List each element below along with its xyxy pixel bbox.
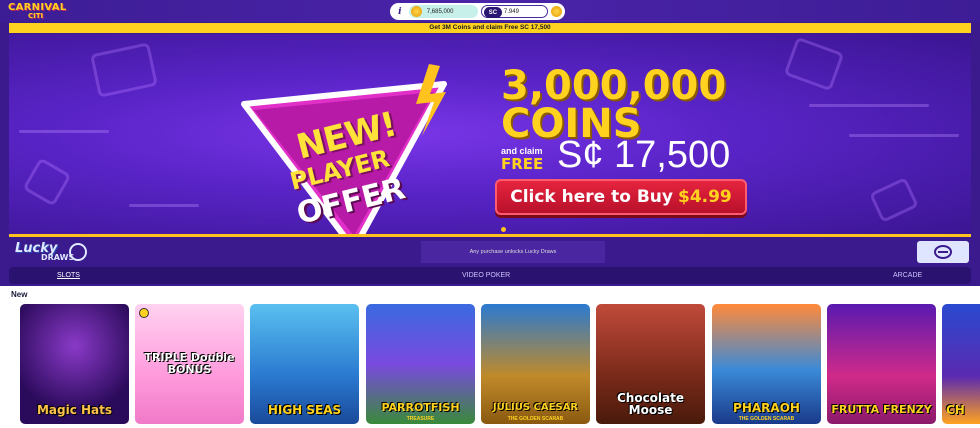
carousel-indicator[interactable]	[501, 227, 506, 232]
game-subtitle: THE GOLDEN SCARAB	[738, 416, 795, 422]
tab-slots[interactable]: SLOTS	[57, 267, 80, 284]
decor-line	[849, 134, 959, 137]
game-title: PHARAOH	[733, 401, 800, 415]
game-tile-magic-hats[interactable]: Magic Hats	[20, 304, 129, 424]
sc-amount: S¢ 17,500	[557, 134, 731, 176]
game-title: CH	[946, 403, 965, 417]
lucky-draws-message: Any purchase unlocks Lucky Draws	[421, 241, 605, 263]
top-bar: CARNIVAL CITI i 7,685,000 SC 7.949	[0, 0, 980, 22]
game-title: FRUTTA FRENZY	[831, 403, 932, 416]
buy-button-label: Click here to Buy	[510, 187, 673, 207]
game-subtitle: TREASURE	[406, 416, 435, 422]
game-title: JULIUS CAESAR	[492, 402, 579, 413]
decor-line	[129, 204, 199, 207]
lucky-draws-ring-icon	[69, 243, 87, 261]
lock-icon	[139, 308, 149, 318]
game-title: TRIPLE Double BONUS	[144, 351, 235, 376]
tab-arcade[interactable]: ARCADE	[893, 267, 922, 284]
game-tile-pharaoh[interactable]: PHARAOH THE GOLDEN SCARAB	[712, 304, 821, 424]
free-text: FREE	[501, 155, 544, 173]
tab-video-poker[interactable]: VIDEO POKER	[462, 267, 510, 284]
buy-button-price: $4.99	[677, 187, 732, 207]
decor-line	[19, 130, 109, 133]
sweeps-coin-balance[interactable]: SC 7.949	[480, 5, 549, 18]
game-tile-julius-caesar[interactable]: JULIUS CAESAR THE GOLDEN SCARAB	[481, 304, 590, 424]
game-title: Magic Hats	[36, 403, 113, 417]
section-title: New	[11, 290, 28, 299]
sweeps-coin-amount: 7.949	[503, 8, 519, 15]
offer-amount: 3,000,000	[501, 63, 727, 109]
decor-shape	[869, 177, 919, 223]
game-tile-triple-double-bonus[interactable]: TRIPLE Double BONUS	[135, 304, 244, 424]
sc-icon: SC	[483, 7, 502, 18]
lucky-draws-icon	[934, 245, 952, 259]
info-icon[interactable]: i	[393, 5, 407, 19]
new-player-offer-badge: NEW! PLAYER OFFER	[234, 64, 464, 234]
decor-shape	[22, 157, 72, 207]
game-tile-frutta-frenzy[interactable]: FRUTTA FRENZY	[827, 304, 936, 424]
wallet-bar: i 7,685,000 SC 7.949	[390, 3, 565, 20]
gold-coin-amount: 7,685,000	[426, 8, 454, 15]
game-tile-partial[interactable]: CH	[942, 304, 980, 424]
game-category-tabs: SLOTS VIDEO POKER ARCADE	[9, 267, 971, 284]
game-tile-chocolate-moose[interactable]: Chocolate Moose	[596, 304, 705, 424]
game-title: HIGH SEAS	[267, 403, 342, 417]
gold-coin-icon	[410, 6, 422, 17]
gold-coin-balance[interactable]: 7,685,000	[408, 5, 478, 18]
lucky-draws-logo[interactable]: Lucky DRAWS	[13, 241, 103, 263]
game-tile-parrotfish-treasure[interactable]: PARROTFISH TREASURE	[366, 304, 475, 424]
logo-text-line2: CITI	[28, 12, 44, 20]
decor-shape	[90, 42, 158, 98]
decor-shape	[783, 36, 845, 92]
lucky-draws-button[interactable]	[917, 241, 969, 263]
buy-coins-icon[interactable]	[551, 6, 562, 17]
decor-line	[809, 104, 929, 107]
game-tile-high-seas[interactable]: HIGH SEAS	[250, 304, 359, 424]
hero-banner[interactable]: NEW! PLAYER OFFER 3,000,000 COINS and cl…	[9, 34, 971, 237]
carnival-citi-logo[interactable]: CARNIVAL CITI	[8, 2, 68, 22]
game-title: Chocolate Moose	[616, 391, 685, 417]
game-title: PARROTFISH	[381, 401, 460, 414]
game-subtitle: THE GOLDEN SCARAB	[507, 416, 564, 422]
games-section: New Magic Hats TRIPLE Double BONUS HIGH …	[0, 286, 980, 428]
promo-strip[interactable]: Get 3M Coins and claim Free SC 17,500	[9, 23, 971, 33]
buy-offer-button[interactable]: Click here to Buy $4.99	[495, 179, 747, 215]
lucky-draws-row: Lucky DRAWS Any purchase unlocks Lucky D…	[9, 239, 971, 265]
